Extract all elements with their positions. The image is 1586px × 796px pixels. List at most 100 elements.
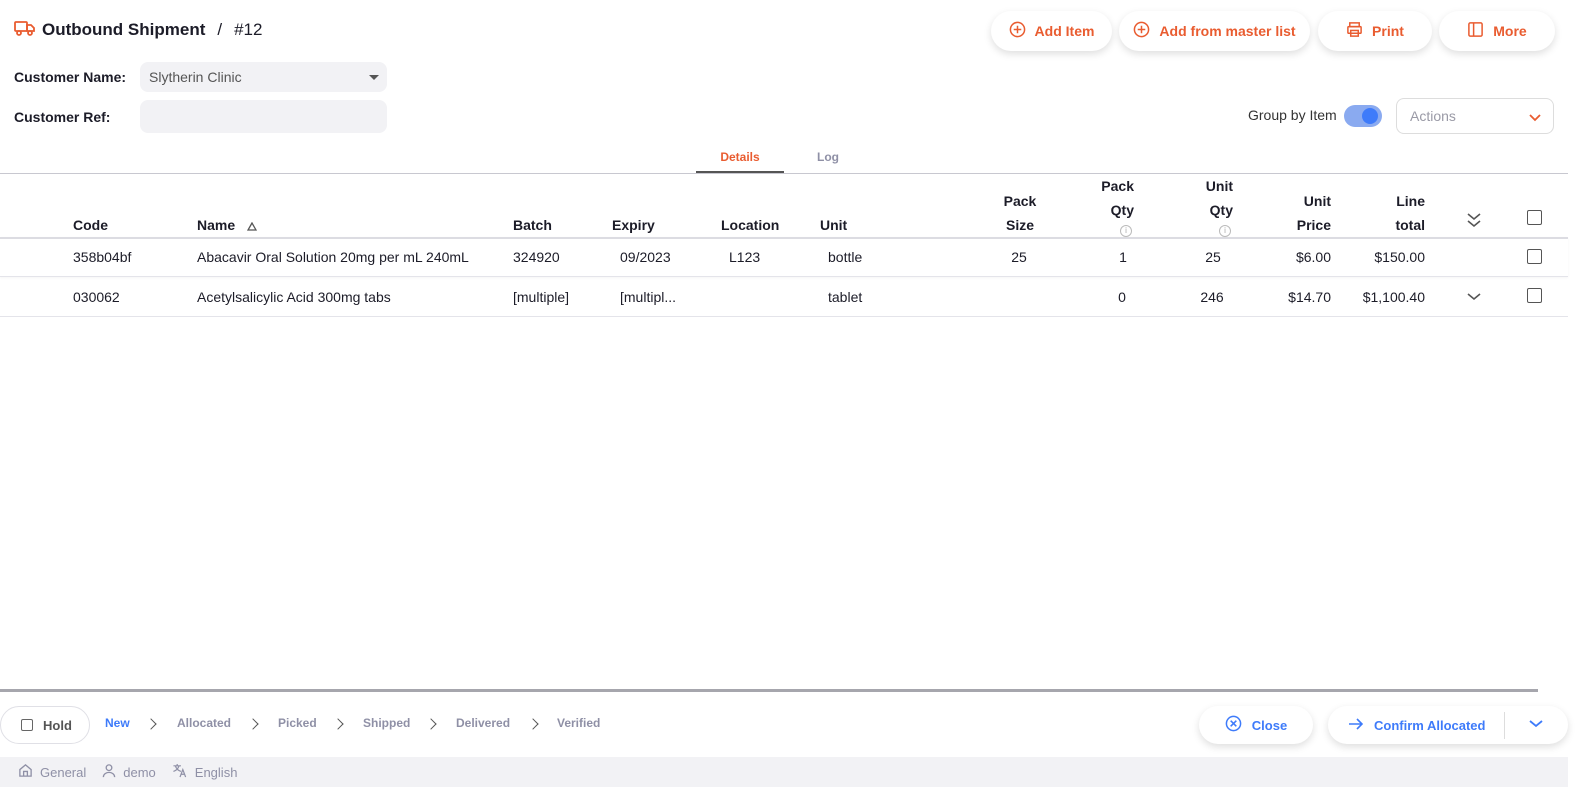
language-name: English	[194, 764, 238, 780]
info-icon: i	[1120, 225, 1132, 237]
column-header-unit-qty[interactable]: Unit Qty i	[1173, 174, 1233, 237]
status-step-picked: Picked	[278, 716, 317, 730]
cell-expiry: [multipl...	[620, 289, 677, 305]
expand-all-icon[interactable]	[1466, 211, 1482, 234]
column-header-pack-qty[interactable]: Pack Qty i	[1074, 174, 1134, 237]
select-all-checkbox[interactable]	[1527, 210, 1542, 225]
cell-expiry: 09/2023	[620, 249, 671, 265]
sort-ascending-icon	[246, 214, 258, 238]
chevron-right-icon	[247, 718, 259, 730]
cell-line-total: $1,100.40	[1362, 289, 1425, 305]
column-header-pack-size[interactable]: Pack Size	[988, 189, 1052, 237]
add-from-master-list-button[interactable]: Add from master list	[1119, 11, 1310, 51]
cell-unit-qty: 25	[1205, 249, 1221, 265]
caret-down-icon	[369, 75, 379, 80]
chevron-down-icon[interactable]	[1528, 717, 1544, 735]
close-button[interactable]: Close	[1199, 706, 1313, 744]
truck-icon	[14, 19, 36, 42]
cell-batch: [multiple]	[513, 289, 570, 305]
customer-ref-label: Customer Ref:	[14, 109, 111, 125]
column-header-name-label: Name	[197, 217, 236, 233]
cell-pack-qty: 1	[1119, 249, 1127, 265]
chevron-right-icon	[332, 718, 344, 730]
breadcrumb-separator: /	[217, 20, 223, 39]
add-item-button[interactable]: Add Item	[991, 11, 1112, 51]
row-checkbox[interactable]	[1527, 288, 1542, 303]
column-header-unit[interactable]: Unit	[820, 213, 847, 237]
add-item-label: Add Item	[1034, 23, 1095, 39]
cell-pack-qty: 0	[1118, 289, 1126, 305]
status-step-verified: Verified	[557, 716, 601, 730]
hold-toggle[interactable]: Hold	[0, 706, 90, 744]
status-step-shipped: Shipped	[363, 716, 411, 730]
footer-divider	[0, 689, 1538, 692]
cell-unit-price: $14.70	[1288, 289, 1331, 305]
translate-icon	[172, 763, 188, 781]
page-title: Outbound Shipment / #12	[14, 18, 262, 42]
cell-line-total: $150.00	[1374, 249, 1425, 265]
chevron-down-icon[interactable]	[1466, 290, 1482, 308]
close-circle-icon	[1225, 715, 1242, 735]
split-button-divider	[1504, 712, 1505, 739]
line-total-line-1: Line	[1396, 193, 1425, 209]
confirm-allocated-label: Confirm Allocated	[1374, 717, 1486, 733]
status-step-new: New	[105, 716, 130, 730]
tabs-divider	[0, 173, 1568, 174]
printer-icon	[1346, 21, 1363, 41]
line-total-line-2: total	[1395, 217, 1425, 233]
pack-qty-line-2: Qty	[1110, 202, 1134, 218]
row-checkbox[interactable]	[1527, 249, 1542, 264]
cell-unit-qty: 246	[1200, 289, 1224, 305]
pack-size-line-2: Size	[1005, 217, 1034, 233]
cell-pack-size	[988, 277, 1050, 317]
chevron-right-icon	[527, 718, 539, 730]
shipment-number: #12	[234, 20, 263, 39]
print-button[interactable]: Print	[1318, 11, 1432, 51]
user-name: demo	[123, 764, 156, 780]
column-header-code[interactable]: Code	[73, 213, 108, 237]
close-label: Close	[1251, 717, 1288, 733]
add-from-master-list-label: Add from master list	[1159, 23, 1296, 39]
column-header-batch[interactable]: Batch	[513, 213, 552, 237]
unit-price-line-1: Unit	[1303, 193, 1331, 209]
tab-details[interactable]: Details	[696, 150, 784, 173]
table-row[interactable]: 030062 Acetylsalicylic Acid 300mg tabs […	[0, 277, 1568, 317]
user-icon	[102, 763, 116, 781]
column-header-unit-price[interactable]: Unit Price	[1271, 189, 1331, 237]
store-indicator[interactable]: General	[18, 763, 86, 781]
unit-price-line-2: Price	[1296, 217, 1331, 233]
group-by-item-toggle[interactable]	[1344, 105, 1382, 127]
cell-unit: tablet	[828, 289, 863, 305]
more-label: More	[1493, 23, 1527, 39]
cell-name: Abacavir Oral Solution 20mg per mL 240mL	[197, 249, 469, 265]
column-header-location[interactable]: Location	[721, 213, 779, 237]
actions-dropdown[interactable]: Actions	[1396, 98, 1554, 134]
home-icon	[18, 763, 33, 781]
customer-name-label: Customer Name:	[14, 69, 127, 85]
plus-circle-icon	[1133, 21, 1150, 41]
cell-batch: 324920	[513, 249, 560, 265]
cell-code: 358b04bf	[73, 249, 132, 265]
column-header-name[interactable]: Name	[197, 213, 258, 238]
user-indicator[interactable]: demo	[102, 763, 156, 781]
pack-qty-line-1: Pack	[1101, 178, 1134, 194]
group-by-item-label: Group by Item	[1248, 107, 1337, 123]
customer-name-select[interactable]: Slytherin Clinic	[140, 62, 387, 92]
status-bar: General demo English	[0, 757, 1568, 787]
hold-checkbox[interactable]	[21, 719, 33, 731]
status-step-delivered: Delivered	[456, 716, 511, 730]
table-row[interactable]: 358b04bf Abacavir Oral Solution 20mg per…	[0, 237, 1568, 277]
chevron-right-icon	[425, 718, 437, 730]
column-header-line-total[interactable]: Line total	[1365, 189, 1425, 237]
info-icon: i	[1219, 225, 1231, 237]
customer-ref-input[interactable]	[140, 100, 387, 133]
unit-qty-line-2: Qty	[1209, 202, 1233, 218]
tab-log[interactable]: Log	[784, 150, 872, 173]
cell-unit-price: $6.00	[1295, 249, 1331, 265]
more-button[interactable]: More	[1439, 11, 1555, 51]
column-header-expiry[interactable]: Expiry	[612, 213, 655, 237]
cell-name: Acetylsalicylic Acid 300mg tabs	[197, 289, 391, 305]
cell-location: L123	[729, 249, 761, 265]
cell-unit: bottle	[828, 249, 863, 265]
language-indicator[interactable]: English	[172, 763, 238, 781]
